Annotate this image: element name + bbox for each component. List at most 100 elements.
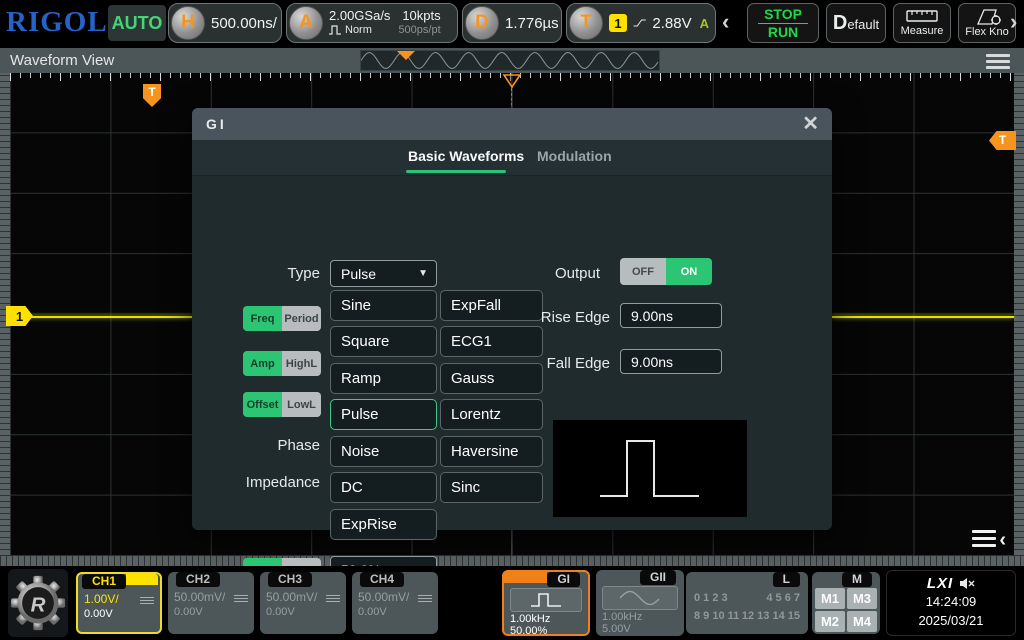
gi-frequency: 1.00kHz xyxy=(510,613,582,625)
collapse-menu-icon[interactable]: ‹ xyxy=(972,529,1006,552)
tab-modulation[interactable]: Modulation xyxy=(537,148,612,164)
math-m2-button[interactable]: M2 xyxy=(815,611,845,632)
period-side[interactable]: Period xyxy=(282,306,321,331)
timebase-value: 500.00ns/ xyxy=(211,15,277,32)
gii-waveform-icon-box xyxy=(602,586,678,610)
waveform-navigation-strip[interactable] xyxy=(360,50,660,71)
math-m3-button[interactable]: M3 xyxy=(847,588,877,609)
horizontal-timebase-group[interactable]: H 500.00ns/ xyxy=(168,3,282,43)
logic-analyzer-box[interactable]: L 0 1 2 34 5 6 7 8 9 10 1112 13 14 15 xyxy=(686,572,808,634)
option-exprise[interactable]: ExpRise xyxy=(330,509,437,540)
ch3-label: CH3 xyxy=(268,572,312,587)
pulse-preview-icon xyxy=(553,420,747,517)
option-square[interactable]: Square xyxy=(330,326,437,357)
delay-group[interactable]: D 1.776µs xyxy=(462,3,562,43)
option-pulse[interactable]: Pulse xyxy=(330,399,437,430)
waveform-view-header: Waveform View xyxy=(0,48,1024,73)
channel-ch2-box[interactable]: CH2 50.00mV/ 0.00V xyxy=(168,572,254,634)
top-toolbar: RIGOL AUTO H 500.00ns/ A 2.00GSa/s Norm … xyxy=(0,0,1024,46)
logic-ch-8-11: 8 9 10 11 xyxy=(694,610,739,622)
option-sine[interactable]: Sine xyxy=(330,290,437,321)
logic-ch-12-15: 12 13 14 15 xyxy=(742,610,800,622)
type-dropdown[interactable]: Pulse ▼ xyxy=(330,260,437,287)
output-label: Output xyxy=(512,265,600,282)
math-m4-button[interactable]: M4 xyxy=(847,611,877,632)
offset-lowl-toggle[interactable]: Offset LowL xyxy=(243,392,321,417)
type-label: Type xyxy=(220,265,320,282)
ch1-trace-right xyxy=(832,316,1014,318)
lowl-side[interactable]: LowL xyxy=(282,392,321,417)
ch4-scale: 50.00mV/ xyxy=(358,590,409,604)
ch1-label: CH1 xyxy=(82,574,126,589)
option-ecg1[interactable]: ECG1 xyxy=(440,326,543,357)
ch1-active-notch xyxy=(126,574,158,585)
acquire-knob[interactable]: A xyxy=(289,6,323,40)
generator-gii-box[interactable]: GII 1.00kHz5.00V xyxy=(596,570,684,636)
logic-label: L xyxy=(773,572,800,587)
ch2-label: CH2 xyxy=(176,572,220,587)
sound-muted-icon xyxy=(959,577,975,590)
ruler-icon xyxy=(906,9,938,23)
option-haversine[interactable]: Haversine xyxy=(440,436,543,467)
measure-button[interactable]: Measure xyxy=(893,3,951,43)
rigol-gear-logo[interactable]: R xyxy=(8,569,68,637)
amp-highl-toggle[interactable]: Amp HighL xyxy=(243,351,321,376)
waveform-preview xyxy=(553,420,747,517)
gi-pulse-icon xyxy=(529,591,563,609)
generator-gi-box[interactable]: GI 1.00kHz50.00% xyxy=(502,570,590,636)
option-sinc[interactable]: Sinc xyxy=(440,472,543,503)
rise-edge-field[interactable]: 9.00ns xyxy=(620,303,722,328)
trigger-position-marker[interactable] xyxy=(502,74,522,88)
channel-ch4-box[interactable]: CH4 50.00mV/ 0.00V xyxy=(352,572,438,634)
type-value: Pulse xyxy=(341,266,376,282)
freq-side[interactable]: Freq xyxy=(243,306,282,331)
option-ramp[interactable]: Ramp xyxy=(330,363,437,394)
output-off[interactable]: OFF xyxy=(620,258,666,285)
flex-knob-button[interactable]: Flex Kno xyxy=(958,3,1016,43)
impedance-label: Impedance xyxy=(220,474,320,491)
active-tab-underline xyxy=(406,170,506,173)
math-box[interactable]: M M1 M3 M2 M4 xyxy=(812,572,880,634)
pulse-icon xyxy=(329,25,342,35)
channel-ch1-box[interactable]: CH1 1.00V/ 0.00V xyxy=(76,572,162,634)
gear-icon: R xyxy=(10,575,66,631)
acquisition-group[interactable]: A 2.00GSa/s Norm 10kpts 500ps/pt xyxy=(286,3,458,43)
gii-sine-icon xyxy=(620,590,660,606)
highl-side[interactable]: HighL xyxy=(282,351,321,376)
dialog-titlebar[interactable]: GI ✕ xyxy=(192,108,832,140)
trigger-knob[interactable]: T xyxy=(569,6,603,40)
fall-edge-field[interactable]: 9.00ns xyxy=(620,349,722,374)
channel-ch3-box[interactable]: CH3 50.00mV/ 0.00V xyxy=(260,572,346,634)
horizontal-knob[interactable]: H xyxy=(171,6,205,40)
option-noise[interactable]: Noise xyxy=(330,436,437,467)
delay-knob[interactable]: D xyxy=(465,6,499,40)
option-lorentz[interactable]: Lorentz xyxy=(440,399,543,430)
option-dc[interactable]: DC xyxy=(330,472,437,503)
auto-button[interactable]: AUTO xyxy=(108,5,166,41)
freq-period-toggle[interactable]: Freq Period xyxy=(243,306,321,331)
rising-edge-icon xyxy=(633,15,646,31)
nav-position-marker[interactable] xyxy=(397,51,415,60)
toolbar-prev-arrow[interactable]: ‹ xyxy=(722,10,729,34)
stop-run-button[interactable]: STOP RUN xyxy=(747,3,819,43)
system-date: 2025/03/21 xyxy=(887,611,1015,630)
toolbar-next-arrow[interactable]: › xyxy=(1010,10,1017,34)
ch2-menu-icon xyxy=(234,593,248,602)
default-button[interactable]: Default xyxy=(826,3,886,43)
output-toggle[interactable]: OFF ON xyxy=(620,258,712,285)
close-icon[interactable]: ✕ xyxy=(802,111,822,136)
ch1-trace-left xyxy=(30,316,192,318)
tab-basic-waveforms[interactable]: Basic Waveforms xyxy=(408,148,524,164)
gi-label: GI xyxy=(547,572,580,587)
output-on[interactable]: ON xyxy=(666,258,712,285)
amp-side[interactable]: Amp xyxy=(243,351,282,376)
menu-icon[interactable] xyxy=(986,54,1010,72)
trigger-group[interactable]: T 1 2.88V A xyxy=(566,3,716,43)
math-m1-button[interactable]: M1 xyxy=(815,588,845,609)
dialog-tabs: Basic Waveforms Modulation xyxy=(192,140,832,176)
acquire-mode: Norm xyxy=(345,23,372,37)
offset-side[interactable]: Offset xyxy=(243,392,282,417)
run-label: RUN xyxy=(768,25,798,40)
lxi-status-box[interactable]: LXI 14:24:09 2025/03/21 xyxy=(886,570,1016,636)
stop-label: STOP xyxy=(764,7,802,22)
